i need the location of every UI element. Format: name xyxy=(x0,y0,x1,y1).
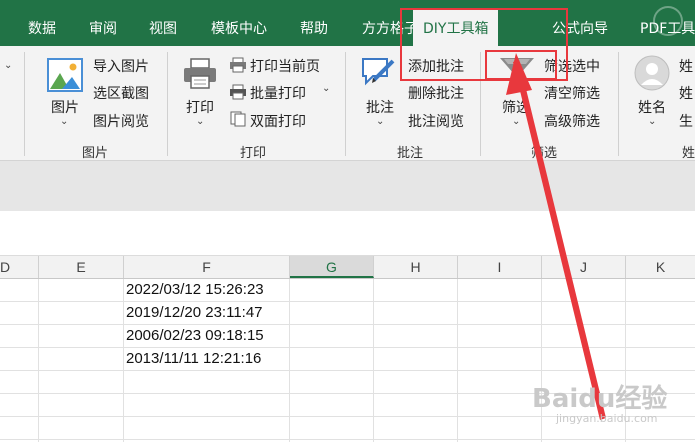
watermark: Baidu经验 xyxy=(532,384,668,414)
annotation-arrow-icon xyxy=(506,53,606,420)
watermark-url: jingyan.baidu.com xyxy=(556,412,658,425)
